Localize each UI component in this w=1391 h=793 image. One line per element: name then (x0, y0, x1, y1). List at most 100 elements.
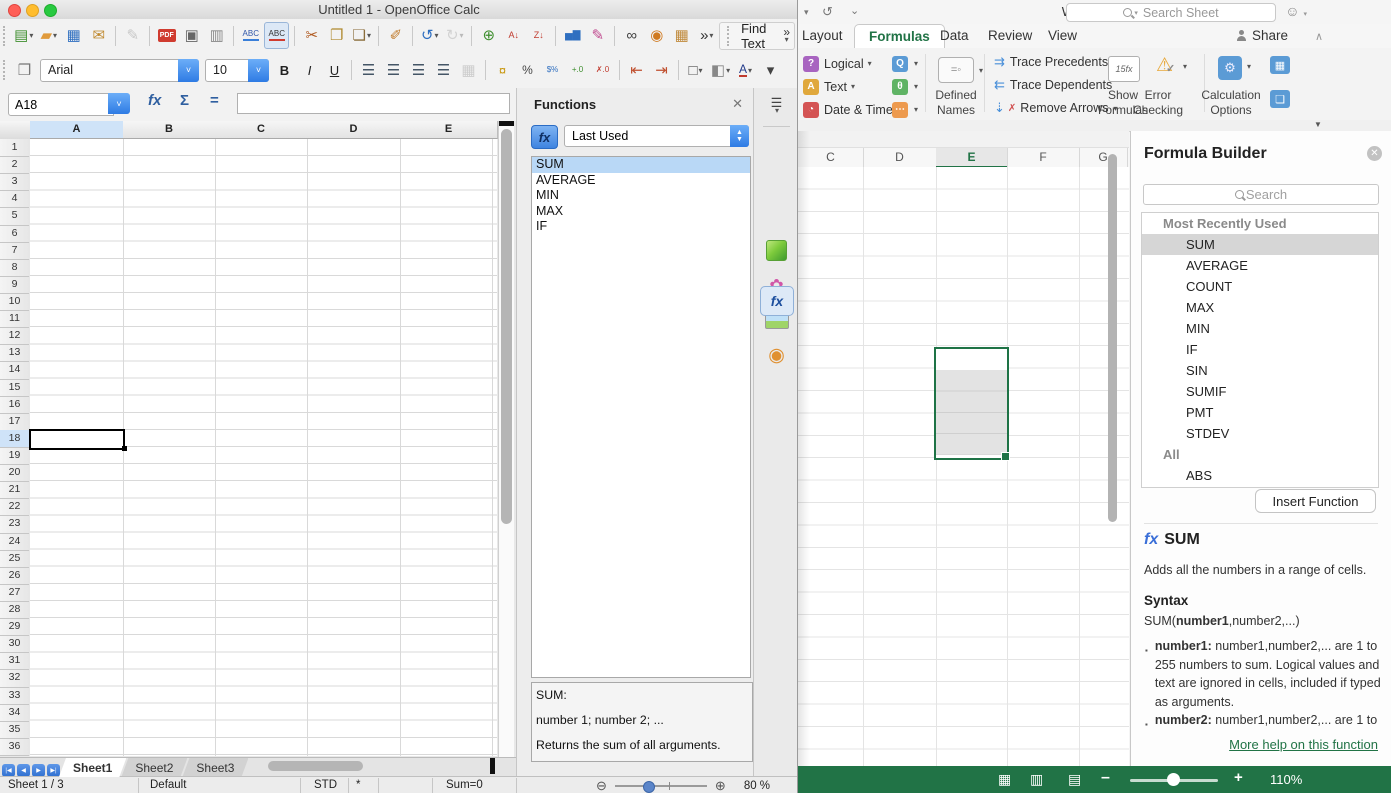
column-header-d[interactable]: D (307, 121, 401, 139)
send-email[interactable]: ✉ (87, 23, 110, 48)
navigator-icon[interactable]: ◉ (754, 344, 799, 367)
error-checking-button[interactable]: Error Checking (1128, 88, 1188, 118)
underline[interactable]: U (323, 58, 346, 83)
more-functions[interactable]: ⋯▾ (892, 98, 918, 121)
xl-vscroll-thumb[interactable] (1108, 154, 1117, 522)
first-sheet-button[interactable]: |◀ (2, 764, 15, 777)
row-header-15[interactable]: 15 (0, 379, 29, 397)
copy[interactable]: ❐ (325, 23, 348, 48)
styles-window[interactable]: ❒ (13, 58, 36, 83)
formula-search-input[interactable]: Search (1143, 184, 1379, 205)
row-header-1[interactable]: 1 (0, 139, 29, 157)
selection-mode-status[interactable]: STD (314, 779, 337, 791)
math-trig-functions[interactable]: θ▾ (892, 75, 918, 98)
row-header-25[interactable]: 25 (0, 550, 29, 568)
page-layout-view-icon[interactable]: ▥ (1030, 771, 1043, 788)
font-size-combobox[interactable]: 10˅ (205, 59, 269, 82)
row-header-30[interactable]: 30 (0, 635, 29, 653)
page-style-status[interactable]: Default (150, 779, 186, 791)
show-formulas-icon[interactable]: 15fx (1108, 56, 1140, 82)
feedback-smiley-icon[interactable]: ☺ ▾ (1285, 3, 1307, 19)
insert-function-button[interactable]: Insert Function (1255, 489, 1376, 513)
row-header-31[interactable]: 31 (0, 652, 29, 670)
cell-reference-input[interactable] (8, 93, 114, 116)
italic[interactable]: I (298, 58, 321, 83)
function-item-stdev[interactable]: STDEV (1142, 423, 1378, 444)
function-item-sin[interactable]: SIN (1142, 360, 1378, 381)
insert-function-icon[interactable]: fx (531, 125, 558, 149)
merge-cells[interactable]: ▦ (457, 58, 480, 83)
function-item-if[interactable]: IF (1142, 339, 1378, 360)
trace-precedents-button[interactable]: ⇉Trace Precedents (994, 54, 1108, 70)
row-header-32[interactable]: 32 (0, 669, 29, 687)
error-checking-dropdown-icon[interactable]: ▾ (1183, 62, 1187, 71)
column-header-e[interactable]: E (936, 148, 1008, 167)
sort-descending[interactable]: Z↓ (527, 23, 550, 48)
calculation-options-button[interactable]: Calculation Options (1196, 88, 1266, 118)
share-button[interactable]: Share (1236, 28, 1288, 43)
tab-review[interactable]: Review (988, 28, 1032, 43)
print[interactable]: ▣ (180, 23, 203, 48)
oo-vscroll-thumb[interactable] (501, 129, 512, 524)
tab-formulas[interactable]: Formulas (854, 24, 945, 48)
fill-handle[interactable] (1001, 452, 1010, 461)
equals-icon[interactable]: = (210, 92, 219, 109)
cell-reference-box[interactable]: ˅ (8, 93, 130, 114)
clone-formatting[interactable]: ✐ (384, 23, 407, 48)
row-header-24[interactable]: 24 (0, 533, 29, 551)
find-replace[interactable]: ∞ (620, 23, 643, 48)
function-item-count[interactable]: COUNT (1142, 276, 1378, 297)
function-item-min[interactable]: MIN (532, 188, 750, 204)
row-header-26[interactable]: 26 (0, 567, 29, 585)
column-header-d[interactable]: D (863, 148, 937, 167)
logical-functions[interactable]: ?Logical▾ (803, 52, 901, 75)
paste[interactable]: ❏▾ (350, 23, 373, 48)
row-header-10[interactable]: 10 (0, 293, 29, 311)
row-header-14[interactable]: 14 (0, 361, 29, 379)
defined-names-icon[interactable]: =◦▾ (938, 57, 974, 83)
row-header-12[interactable]: 12 (0, 327, 29, 345)
row-header-27[interactable]: 27 (0, 584, 29, 602)
new-document[interactable]: ▤▾ (12, 23, 35, 48)
lookup-reference-functions[interactable]: Q▾ (892, 52, 918, 75)
function-item-min[interactable]: MIN (1142, 318, 1378, 339)
select-all-corner[interactable] (0, 121, 31, 140)
zoom-in-icon[interactable]: ⊕ (715, 778, 726, 793)
zoom-out-button[interactable]: – (1101, 769, 1110, 787)
normal-view-icon[interactable]: ▦ (998, 771, 1011, 788)
function-item-max[interactable]: MAX (532, 204, 750, 220)
page-preview[interactable]: ▥ (205, 23, 228, 48)
column-header-g[interactable]: G (1079, 148, 1128, 167)
row-header-7[interactable]: 7 (0, 242, 29, 260)
row-header-34[interactable]: 34 (0, 704, 29, 722)
text-functions[interactable]: AText▾ (803, 75, 901, 98)
align-left[interactable]: ☰ (357, 58, 380, 83)
toolbar-grip[interactable] (727, 26, 731, 46)
row-header-4[interactable]: 4 (0, 190, 29, 208)
row-header-29[interactable]: 29 (0, 618, 29, 636)
row-header-36[interactable]: 36 (0, 738, 29, 756)
tab-page-layout[interactable]: Layout (802, 28, 843, 43)
formula-input-line[interactable] (237, 93, 510, 114)
zoom-slider-track[interactable] (615, 785, 707, 787)
page-break-view-icon[interactable]: ▤ (1068, 771, 1081, 788)
save[interactable]: ▦ (62, 23, 85, 48)
dropdown-stepper-icon[interactable]: ▲▼ (730, 125, 749, 147)
tab-view[interactable]: View (1048, 28, 1077, 43)
hyperlink[interactable]: ⊕ (477, 23, 500, 48)
spelling[interactable]: ABC (239, 23, 262, 48)
row-header-21[interactable]: 21 (0, 481, 29, 499)
tab-data[interactable]: Data (940, 28, 969, 43)
function-item-abs[interactable]: ABS (1142, 465, 1378, 486)
column-header-f[interactable]: F (1007, 148, 1080, 167)
row-header-17[interactable]: 17 (0, 413, 29, 431)
sheet-tab-sheet2[interactable]: Sheet2 (121, 758, 187, 777)
xl-grid-cells[interactable] (798, 167, 1129, 766)
close-icon[interactable]: ✕ (732, 96, 743, 112)
next-sheet-button[interactable]: ▶ (32, 764, 45, 777)
align-justified[interactable]: ☰ (432, 58, 455, 83)
oo-vertical-scrollbar[interactable] (498, 121, 514, 757)
name-box-dropdown-icon[interactable]: ˅ (108, 93, 130, 114)
decrease-indent[interactable]: ⇤ (625, 58, 648, 83)
cut[interactable]: ✂ (300, 23, 323, 48)
